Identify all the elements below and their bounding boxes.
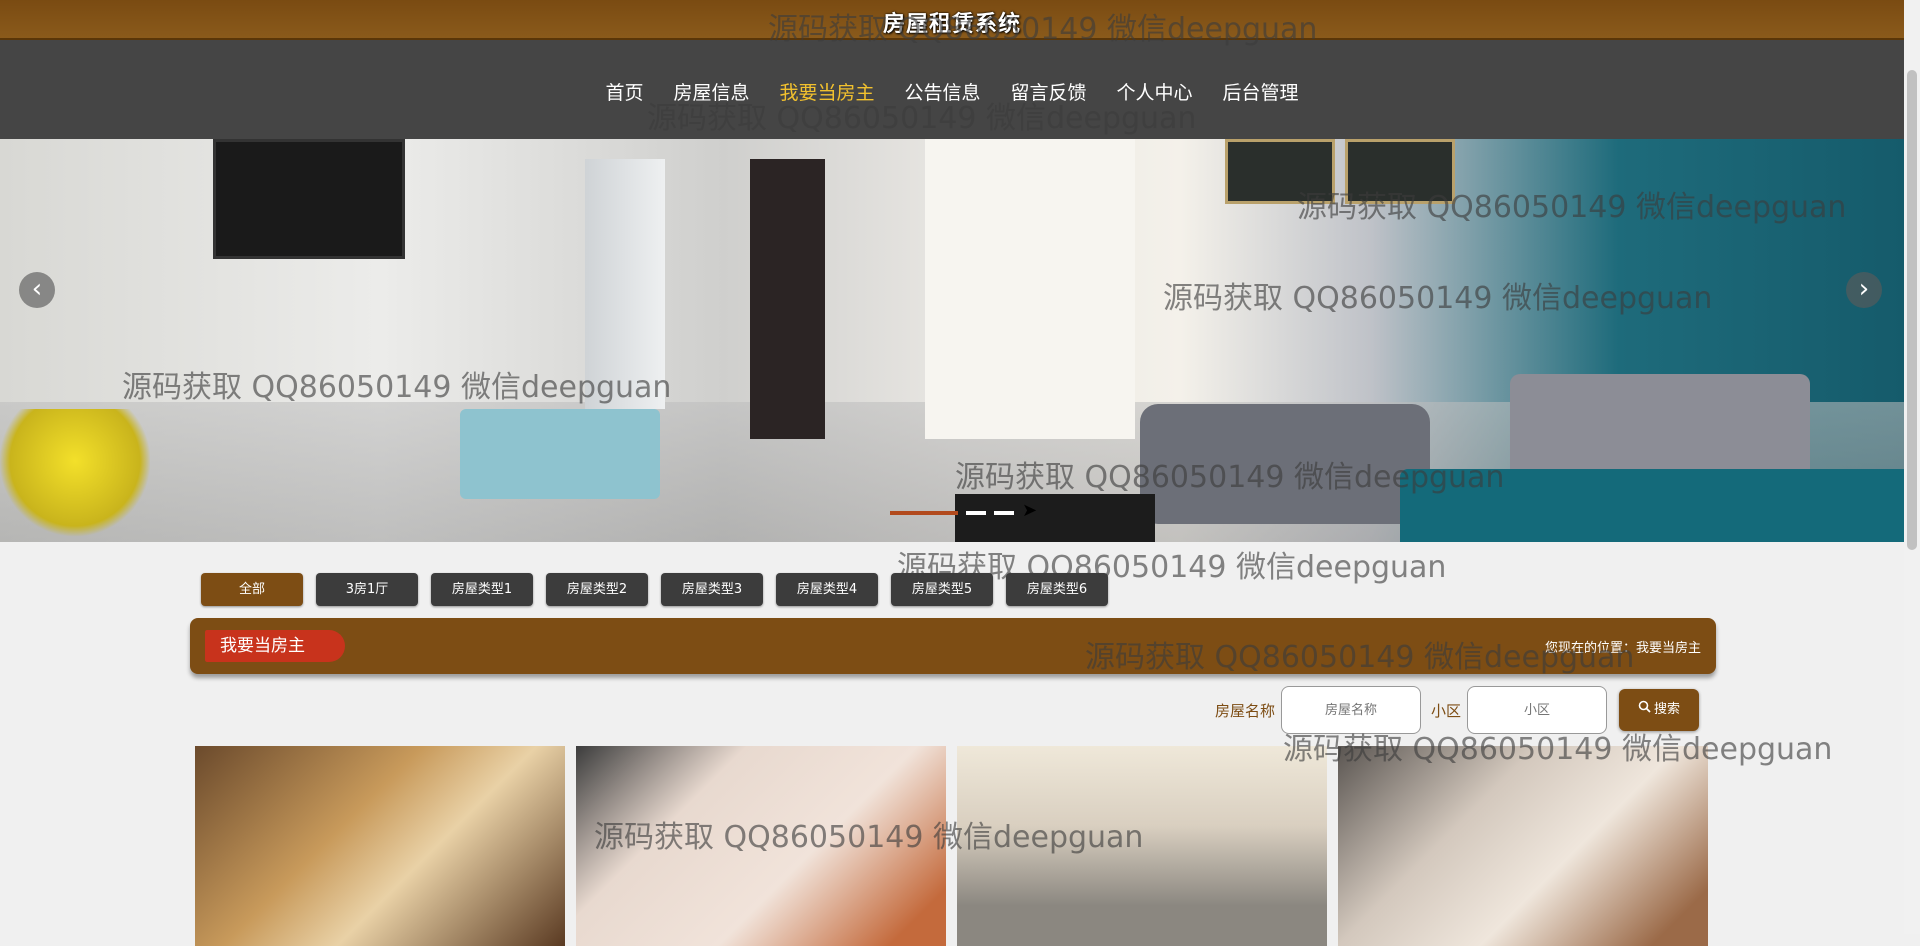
chevron-left-icon[interactable]: ‹: [19, 272, 55, 308]
filter-3room-button[interactable]: 3房1厅: [316, 573, 418, 606]
carousel-dot[interactable]: [994, 511, 1014, 515]
mouse-cursor-icon: ➤: [1022, 500, 1038, 521]
search-button[interactable]: 搜索: [1619, 689, 1700, 731]
top-title-bar: 房屋租赁系统: [0, 0, 1904, 40]
nav-item-personal-center[interactable]: 个人中心: [1102, 78, 1208, 105]
banner-sofa: [1140, 404, 1430, 524]
carousel-dot[interactable]: [890, 511, 958, 515]
hero-carousel: [0, 139, 1904, 542]
banner-bed: [1400, 469, 1904, 542]
filter-all-button[interactable]: 全部: [201, 573, 303, 606]
carousel-dot[interactable]: [966, 511, 986, 515]
community-input[interactable]: [1467, 686, 1608, 734]
listing-card[interactable]: [576, 746, 946, 946]
site-title: 房屋租赁系统: [882, 12, 1021, 37]
scrollbar-thumb[interactable]: [1907, 70, 1917, 550]
search-icon: [1638, 689, 1651, 731]
nav-item-home[interactable]: 首页: [590, 78, 658, 105]
filter-type6-button[interactable]: 房屋类型6: [1006, 573, 1108, 606]
house-type-filters: 全部 3房1厅 房屋类型1 房屋类型2 房屋类型3 房屋类型4 房屋类型5 房屋…: [201, 573, 1108, 606]
banner-wardrobe: [925, 139, 1135, 439]
nav-item-become-landlord[interactable]: 我要当房主: [764, 78, 889, 105]
search-button-label: 搜索: [1654, 702, 1681, 717]
nav-item-announcements[interactable]: 公告信息: [889, 78, 995, 105]
banner-tv: [213, 139, 405, 259]
banner-picture-frame: [1345, 139, 1455, 204]
nav-item-feedback[interactable]: 留言反馈: [996, 78, 1102, 105]
main-nav: 首页 房屋信息 我要当房主 公告信息 留言反馈 个人中心 后台管理: [0, 40, 1904, 139]
listing-card[interactable]: [957, 746, 1327, 946]
community-label: 小区: [1431, 701, 1462, 720]
listing-card[interactable]: [1338, 746, 1708, 946]
section-header: 我要当房主 您现在的位置：我要当房主: [190, 618, 1716, 674]
banner-door: [750, 159, 825, 439]
search-bar: 房屋名称 小区 搜索: [1205, 686, 1700, 734]
banner-fridge: [585, 159, 665, 409]
banner-plant: [0, 409, 150, 539]
banner-dining-table: [460, 409, 660, 499]
banner-coffee-table: [955, 494, 1155, 542]
banner-picture-frame: [1225, 139, 1335, 204]
filter-type4-button[interactable]: 房屋类型4: [776, 573, 878, 606]
listing-card[interactable]: [195, 746, 565, 946]
breadcrumb: 您现在的位置：我要当房主: [1544, 641, 1701, 656]
filter-type5-button[interactable]: 房屋类型5: [891, 573, 993, 606]
listing-grid: [195, 746, 1708, 946]
filter-type1-button[interactable]: 房屋类型1: [431, 573, 533, 606]
section-title: 我要当房主: [205, 630, 345, 662]
house-name-label: 房屋名称: [1215, 701, 1276, 720]
page-scrollbar[interactable]: [1904, 0, 1920, 934]
chevron-right-icon[interactable]: ›: [1846, 272, 1882, 308]
filter-type2-button[interactable]: 房屋类型2: [546, 573, 648, 606]
filter-type3-button[interactable]: 房屋类型3: [661, 573, 763, 606]
nav-item-admin[interactable]: 后台管理: [1208, 78, 1314, 105]
house-name-input[interactable]: [1281, 686, 1422, 734]
nav-item-house-info[interactable]: 房屋信息: [658, 78, 764, 105]
carousel-indicators: [890, 511, 1014, 515]
